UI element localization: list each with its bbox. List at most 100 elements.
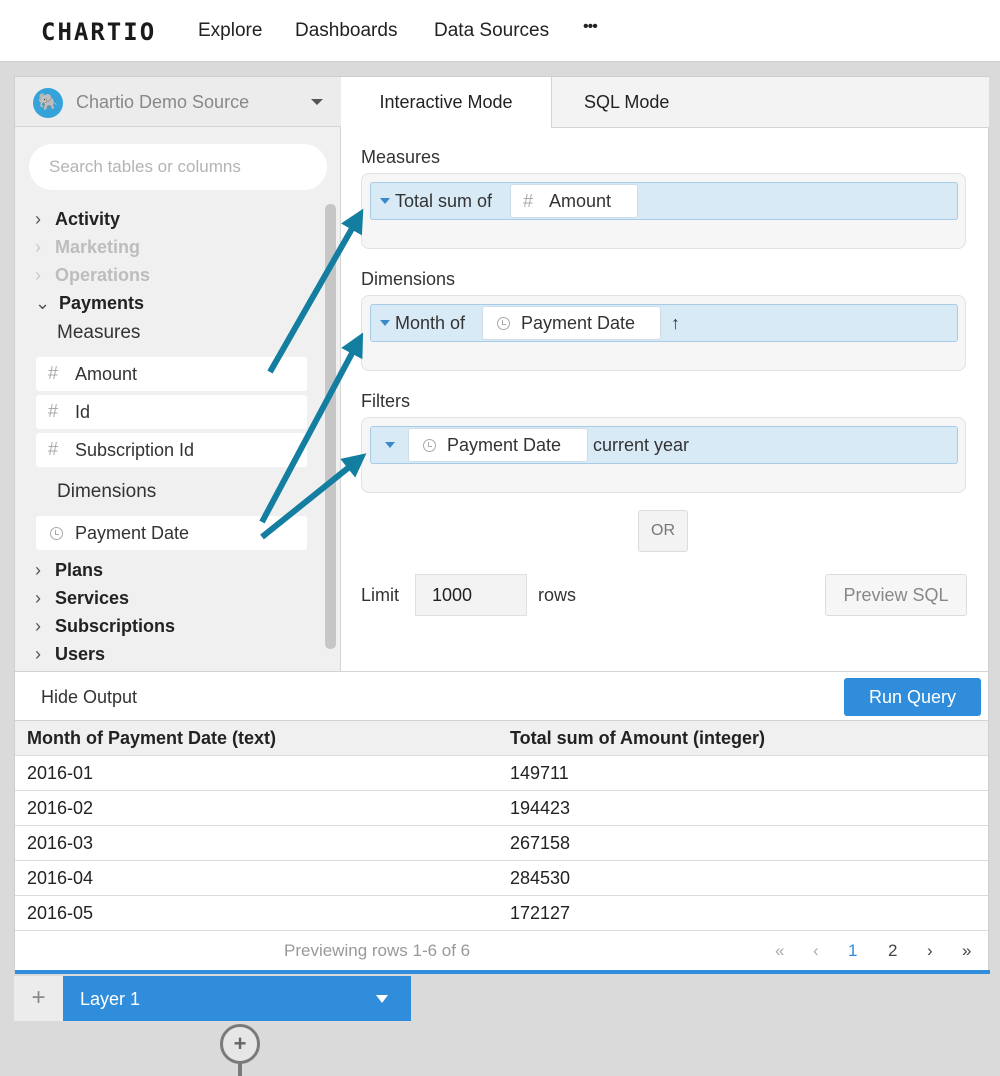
measures-label: Measures	[361, 147, 441, 167]
tree-item-marketing[interactable]: › Marketing	[35, 237, 140, 258]
page-1-button[interactable]: 1	[848, 941, 857, 961]
pager-label: Previewing rows 1-6 of 6	[284, 941, 471, 960]
tree-item-activity[interactable]: › Activity	[35, 209, 120, 230]
nav-dashboards[interactable]: Dashboards	[295, 20, 397, 42]
table-header: Month of Payment Date (text) Total sum o…	[15, 721, 988, 756]
tree-item-plans[interactable]: › Plans	[35, 560, 103, 581]
output-bar: Hide Output Run Query	[15, 671, 988, 721]
sidebar-scrollbar[interactable]	[325, 204, 336, 649]
tree-item-payments[interactable]: ⌄ Payments	[35, 293, 144, 314]
tab-sql-mode[interactable]: SQL Mode	[552, 77, 989, 128]
table-row: 2016-03 267158	[15, 826, 988, 861]
data-source-label: Chartio Demo Source	[76, 92, 250, 112]
column-amount[interactable]: # Amount	[36, 357, 307, 391]
data-source-select[interactable]: 🐘 Chartio Demo Source	[15, 77, 341, 127]
layer-label: Layer 1	[80, 989, 141, 1009]
column-header[interactable]: Month of Payment Date (text)	[27, 728, 276, 749]
chevron-right-icon: ›	[35, 265, 41, 285]
chip-label: Payment Date	[447, 435, 562, 455]
filter-column-chip[interactable]: Payment Date	[408, 428, 588, 462]
chevron-down-icon: ⌄	[35, 293, 51, 313]
first-page-button[interactable]: «	[775, 941, 784, 961]
caret-down-icon[interactable]	[376, 995, 388, 1003]
tree-item-services[interactable]: › Services	[35, 588, 129, 609]
clock-icon	[497, 317, 510, 330]
preview-sql-button[interactable]: Preview SQL	[825, 574, 967, 616]
add-step-icon[interactable]: +	[220, 1024, 260, 1064]
pipeline-connector	[238, 1063, 242, 1076]
tree-item-subscriptions[interactable]: › Subscriptions	[35, 616, 175, 637]
chevron-right-icon: ›	[35, 560, 41, 580]
caret-down-icon[interactable]	[380, 198, 390, 204]
prev-page-button[interactable]: ‹	[813, 941, 819, 961]
dimensions-well[interactable]: Month of Payment Date ↑	[361, 295, 966, 371]
last-page-button[interactable]: »	[962, 941, 971, 961]
run-query-button[interactable]: Run Query	[844, 678, 981, 716]
hash-icon: #	[48, 439, 59, 459]
clock-icon	[423, 439, 436, 452]
nav-explore[interactable]: Explore	[198, 20, 262, 42]
tab-interactive-mode[interactable]: Interactive Mode	[341, 77, 552, 128]
filters-well[interactable]: Payment Date current year	[361, 417, 966, 493]
sort-ascending-icon[interactable]: ↑	[671, 313, 680, 334]
table-cell: 2016-02	[27, 798, 94, 818]
table-cell: 2016-05	[27, 903, 94, 923]
chevron-down-icon	[311, 99, 323, 105]
table-row: 2016-02 194423	[15, 791, 988, 826]
chevron-right-icon: ›	[35, 616, 41, 636]
chevron-right-icon: ›	[35, 588, 41, 608]
table-cell: 172127	[510, 903, 571, 923]
column-subscription-id[interactable]: # Subscription Id	[36, 433, 307, 467]
top-nav: CHARTIO Explore Dashboards Data Sources …	[0, 0, 1000, 62]
hash-icon: #	[48, 401, 59, 421]
dimension-column-chip[interactable]: Payment Date	[482, 306, 661, 340]
table-cell: 267158	[510, 833, 571, 853]
column-header[interactable]: Total sum of Amount (integer)	[510, 728, 765, 749]
add-layer-button[interactable]: +	[14, 976, 63, 1021]
hide-output-button[interactable]: Hide Output	[41, 687, 137, 708]
dimension-aggregation[interactable]: Month of	[395, 313, 465, 334]
table-cell: 194423	[510, 798, 571, 818]
layer-tab[interactable]: Layer 1	[63, 976, 411, 1021]
table-cell: 2016-01	[27, 763, 94, 783]
or-button[interactable]: OR	[638, 510, 688, 552]
caret-down-icon[interactable]	[385, 442, 395, 448]
hash-icon: #	[48, 363, 59, 383]
schema-sidebar: 🐘 Chartio Demo Source ›Activity ›Marketi…	[15, 77, 341, 671]
search-input[interactable]	[29, 144, 327, 190]
measure-aggregation[interactable]: Total sum of	[395, 191, 492, 212]
table-row: 2016-01 149711	[15, 756, 988, 791]
chevron-right-icon: ›	[35, 237, 41, 257]
limit-input[interactable]	[415, 574, 527, 616]
table-row: 2016-05 172127	[15, 896, 988, 931]
nav-data-sources[interactable]: Data Sources	[434, 20, 549, 42]
nav-more-icon[interactable]: •••	[583, 18, 598, 36]
dimensions-label: Dimensions	[361, 269, 456, 289]
chartio-logo[interactable]: CHARTIO	[41, 18, 156, 46]
measure-column-chip[interactable]: # Amount	[510, 184, 638, 218]
rows-label: rows	[538, 585, 577, 605]
measures-well[interactable]: Total sum of # Amount	[361, 173, 966, 249]
column-id[interactable]: # Id	[36, 395, 307, 429]
chevron-right-icon: ›	[35, 209, 41, 229]
column-label: Subscription Id	[75, 440, 195, 460]
column-label: Id	[75, 402, 91, 422]
dimensions-heading: Dimensions	[57, 481, 157, 502]
table-cell: 149711	[510, 763, 569, 783]
layer-accent-line	[15, 970, 990, 974]
next-page-button[interactable]: ›	[927, 941, 933, 961]
dimension-pill[interactable]: Month of Payment Date ↑	[370, 304, 958, 342]
page-2-button[interactable]: 2	[888, 941, 897, 961]
chip-label: Payment Date	[521, 313, 636, 333]
table-cell: 2016-04	[27, 868, 94, 888]
measure-pill[interactable]: Total sum of # Amount	[370, 182, 958, 220]
tree-item-operations[interactable]: › Operations	[35, 265, 150, 286]
column-label: Payment Date	[75, 523, 190, 543]
filters-label: Filters	[361, 391, 410, 411]
filter-value[interactable]: current year	[593, 435, 689, 456]
caret-down-icon[interactable]	[380, 320, 390, 326]
column-payment-date[interactable]: Payment Date	[36, 516, 307, 550]
tree-item-users[interactable]: › Users	[35, 644, 105, 665]
chevron-right-icon: ›	[35, 644, 41, 664]
filter-pill[interactable]: Payment Date current year	[370, 426, 958, 464]
